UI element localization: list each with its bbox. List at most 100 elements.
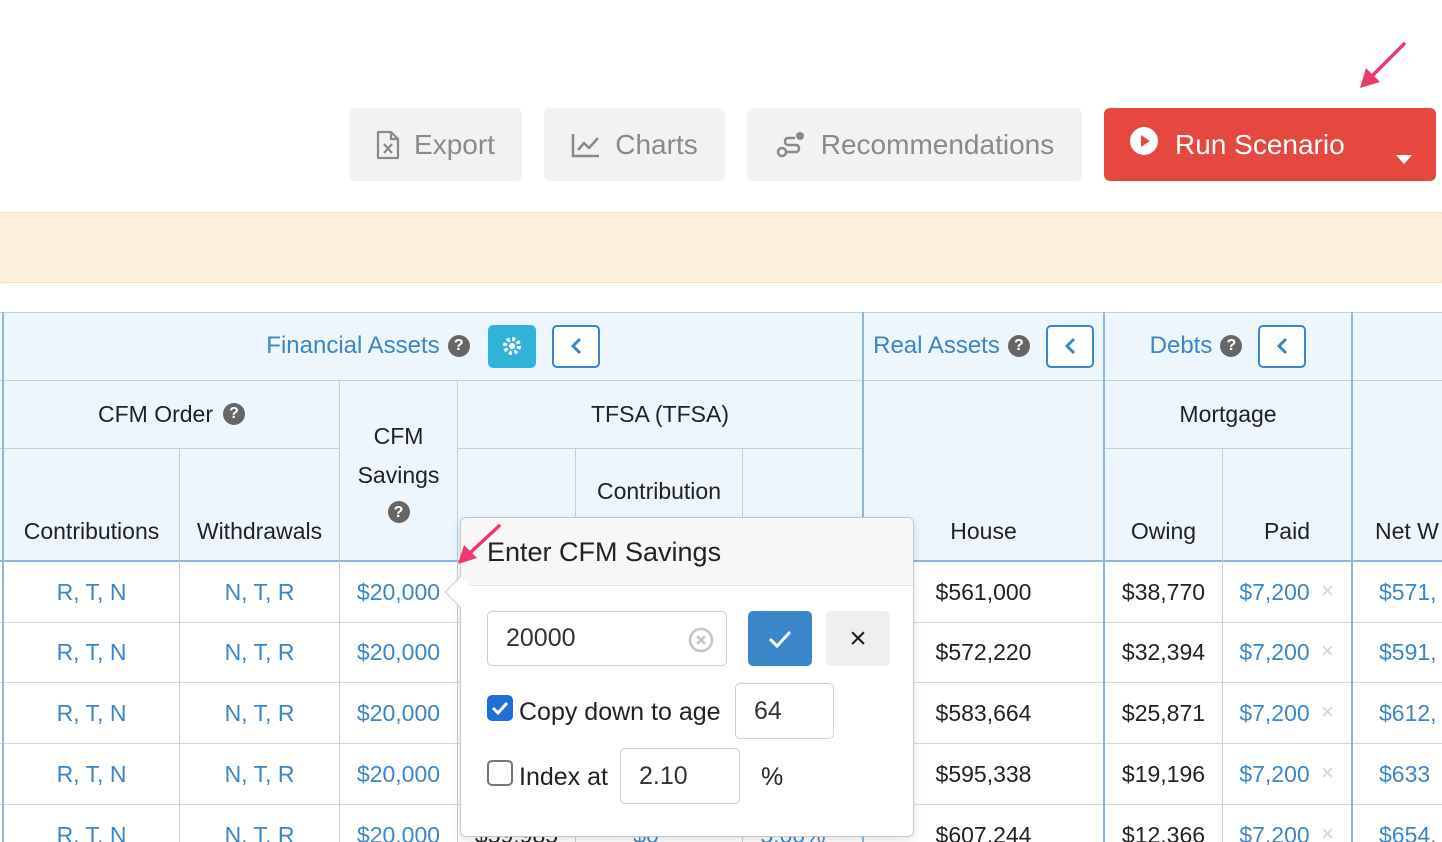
gear-icon [502,337,521,355]
help-icon[interactable]: ? [387,501,410,523]
withdrawals-header: Withdrawals [196,517,323,544]
withdrawals-order-link[interactable]: N, T, R [225,700,295,727]
checkmark-icon [491,701,509,716]
net-worth-link[interactable]: $591, [1379,639,1437,666]
house-value: $561,000 [935,578,1032,605]
net-worth-link[interactable]: $654, [1379,822,1437,842]
tfsa-header: TFSA (TFSA) [591,400,729,427]
help-icon[interactable]: ? [1007,335,1030,357]
clear-icon[interactable]: × [1321,760,1334,786]
index-checkbox[interactable] [487,760,513,786]
mortgage-header: Mortgage [1179,400,1277,427]
clear-icon[interactable]: × [1321,821,1334,842]
help-icon[interactable]: ? [1220,335,1243,357]
collapse-debts-button[interactable] [1258,324,1307,368]
collapse-financial-assets-button[interactable] [551,324,600,368]
house-value: $572,220 [935,639,1032,665]
confirm-button[interactable] [748,611,812,666]
paid-link[interactable]: $7,200 [1239,761,1309,788]
cfm-savings-popover: Enter CFM Savings 20000 × Copy down to a… [444,517,914,837]
cfm-savings-link[interactable]: $20,000 [357,639,440,666]
contributions-order-link[interactable]: R, T, N [57,761,127,788]
paid-link[interactable]: $7,200 [1239,579,1309,606]
clear-icon[interactable]: × [1321,699,1334,725]
help-icon[interactable]: ? [223,403,245,425]
play-circle-icon [1129,126,1159,163]
clear-icon[interactable]: × [1321,638,1334,664]
run-scenario-label: Run Scenario [1175,128,1345,160]
contributions-order-link[interactable]: R, T, N [57,700,127,727]
net-worth-link[interactable]: $633 [1379,761,1430,788]
export-label: Export [414,128,495,160]
cfm-savings-link[interactable]: $20,000 [357,579,440,606]
owing-value: $12,366 [1121,821,1206,842]
real-assets-label: Real Assets [873,332,1000,359]
charts-label: Charts [615,128,698,160]
cancel-button[interactable]: × [826,611,890,666]
recommendations-button[interactable]: Recommendations [747,108,1082,181]
charts-button[interactable]: Charts [544,108,725,181]
index-label: Index at [519,763,608,791]
house-value: $607,244 [935,821,1032,842]
cfm-savings-header-line1: CFM [373,423,424,449]
debts-header: Debts ? [1149,324,1307,368]
check-icon [768,630,792,648]
cfm-savings-link[interactable]: $20,000 [357,822,440,842]
copy-down-label: Copy down to age [519,698,721,726]
file-excel-icon [376,130,400,160]
withdrawals-order-link[interactable]: N, T, R [225,822,295,842]
copy-down-checkbox[interactable] [487,695,513,721]
contributions-header: Contributions [23,517,160,544]
paid-link[interactable]: $7,200 [1239,639,1309,666]
alert-banner [0,212,1442,283]
paid-link[interactable]: $7,200 [1239,822,1309,842]
net-worth-link[interactable]: $571, [1379,579,1437,606]
house-header: House [950,517,1017,544]
contributions-order-link[interactable]: R, T, N [57,822,127,842]
caret-down-icon[interactable] [1396,140,1412,172]
copy-down-age-value: 64 [754,696,782,725]
contribution-header: Contribution [596,477,722,504]
owing-value: $32,394 [1121,639,1206,665]
owing-header: Owing [1130,517,1197,544]
net-worth-link[interactable]: $612, [1379,700,1437,727]
withdrawals-order-link[interactable]: N, T, R [225,761,295,788]
cfm-savings-input-value: 20000 [506,624,576,652]
owing-value: $38,770 [1121,578,1206,605]
run-scenario-button[interactable]: Run Scenario [1104,108,1436,181]
clear-input-icon[interactable] [688,627,714,660]
copy-down-age-input[interactable]: 64 [735,683,834,739]
withdrawals-order-link[interactable]: N, T, R [225,639,295,666]
owing-value: $19,196 [1121,760,1206,787]
settings-button[interactable] [487,324,536,368]
owing-value: $25,871 [1121,699,1206,726]
percent-label: % [761,763,784,791]
close-icon: × [849,621,867,655]
contributions-order-link[interactable]: R, T, N [57,639,127,666]
annotation-arrow-icon [1360,42,1406,88]
debts-label: Debts [1149,332,1213,359]
withdrawals-order-link[interactable]: N, T, R [225,579,295,606]
export-button[interactable]: Export [349,108,522,181]
chevron-left-icon [570,337,581,355]
collapse-real-assets-button[interactable] [1045,324,1094,368]
cfm-savings-header-line2: Savings [357,462,440,488]
cfm-savings-input[interactable]: 20000 [487,611,727,666]
paid-link[interactable]: $7,200 [1239,700,1309,727]
clear-icon[interactable]: × [1321,578,1334,604]
paid-header: Paid [1263,517,1311,544]
recommendations-label: Recommendations [820,128,1055,160]
contributions-order-link[interactable]: R, T, N [57,579,127,606]
chevron-left-icon [1064,337,1075,355]
route-icon [775,130,807,160]
cfm-order-header: CFM Order [98,400,213,427]
cfm-savings-link[interactable]: $20,000 [357,761,440,788]
financial-assets-header: Financial Assets ? [266,324,600,368]
index-rate-input[interactable]: 2.10 [620,748,740,804]
financial-assets-label: Financial Assets [266,332,440,359]
help-icon[interactable]: ? [447,335,470,357]
cfm-savings-link[interactable]: $20,000 [357,700,440,727]
house-value: $595,338 [935,760,1032,787]
house-value: $583,664 [935,699,1032,726]
index-rate-value: 2.10 [639,761,688,790]
